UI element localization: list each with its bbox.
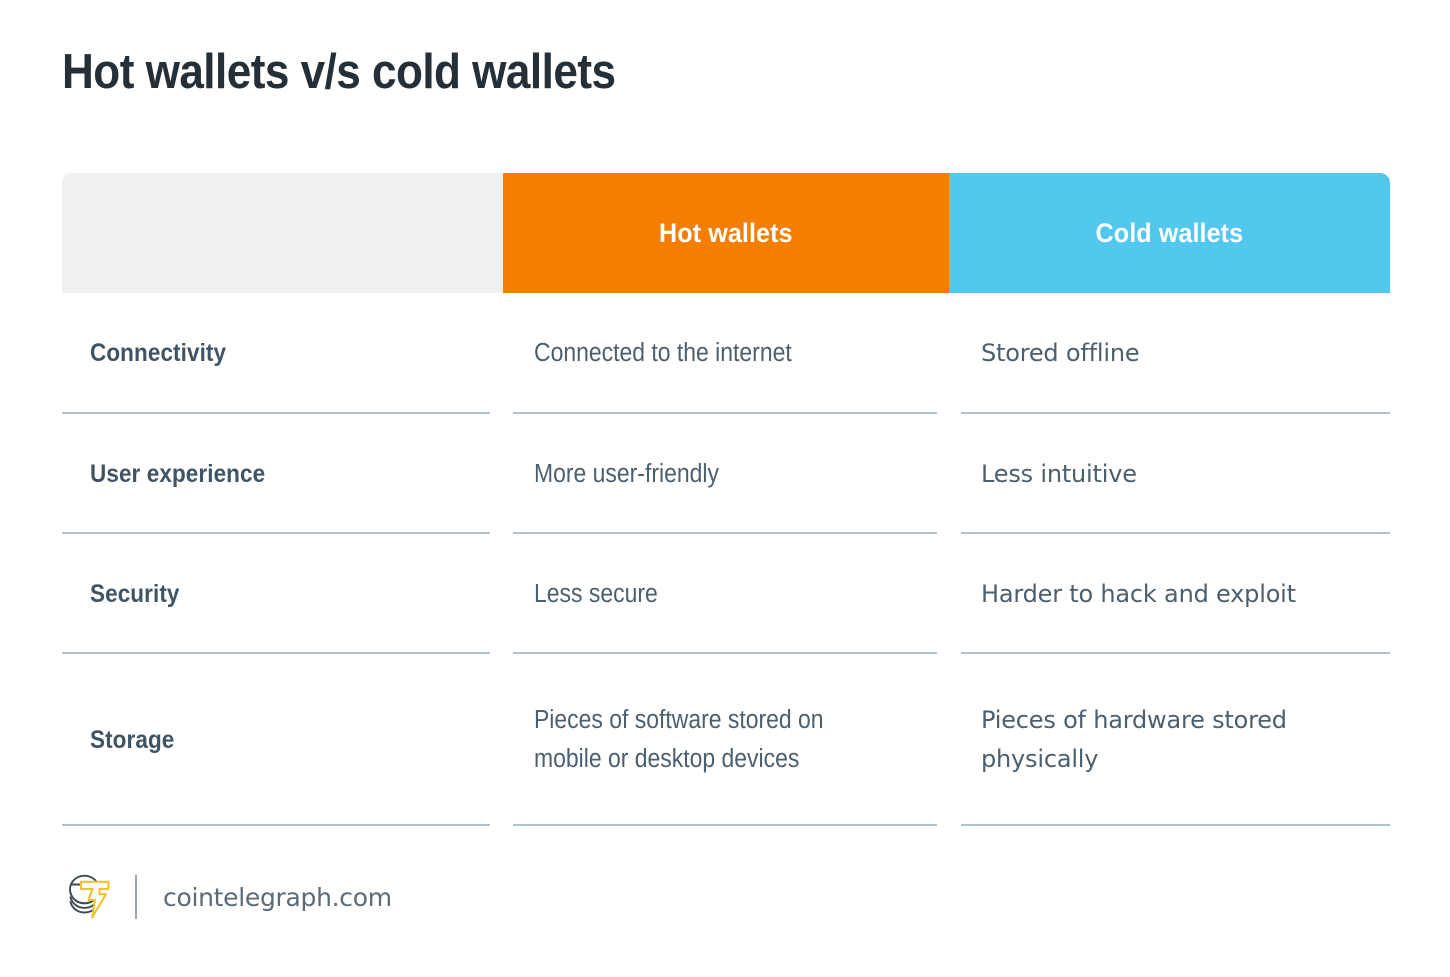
- table-cell-hot: Less secure: [503, 534, 949, 654]
- hot-wallet-value: More user-friendly: [534, 459, 719, 488]
- cold-wallet-value: Less intuitive: [981, 459, 1137, 488]
- cointelegraph-logo-icon: [69, 874, 110, 919]
- cold-wallet-value: Harder to hack and exploit: [981, 579, 1296, 608]
- cold-wallet-value: Stored offline: [981, 339, 1140, 368]
- table-cell-cold: Less intuitive: [949, 414, 1390, 534]
- table-cell-attribute: User experience: [62, 414, 503, 534]
- table-header-row: Hot wallets Cold wallets: [62, 173, 1390, 293]
- attribute-label: Connectivity: [90, 339, 227, 367]
- table-cell-cold: Stored offline: [949, 293, 1390, 414]
- cold-wallet-value: Pieces of hardware stored physically: [981, 706, 1287, 773]
- footer-site-url: cointelegraph.com: [163, 882, 392, 912]
- table-row: Connectivity Connected to the internet S…: [62, 293, 1390, 414]
- hot-wallet-value: Pieces of software stored on mobile or d…: [534, 706, 824, 773]
- table-cell-attribute: Connectivity: [62, 293, 503, 414]
- table-cell-cold: Harder to hack and exploit: [949, 534, 1390, 654]
- table-header-attribute: [62, 173, 503, 293]
- page-title: Hot wallets v/s cold wallets: [62, 45, 616, 99]
- footer: cointelegraph.com: [62, 866, 392, 928]
- table-header-hot-wallets: Hot wallets: [503, 173, 949, 293]
- attribute-label: Security: [90, 579, 180, 608]
- table-header-cold-wallets: Cold wallets: [949, 173, 1390, 293]
- table-row: Security Less secure Harder to hack and …: [62, 534, 1390, 654]
- attribute-label: Storage: [90, 725, 175, 754]
- table-row: User experience More user-friendly Less …: [62, 414, 1390, 534]
- hot-wallet-value: Connected to the internet: [534, 339, 792, 368]
- table-cell-hot: More user-friendly: [503, 414, 949, 534]
- infographic-page: Hot wallets v/s cold wallets Hot wallets…: [0, 0, 1450, 977]
- table-cell-cold: Pieces of hardware stored physically: [949, 654, 1390, 826]
- table-row: Storage Pieces of software stored on mob…: [62, 654, 1390, 826]
- table-cell-hot: Pieces of software stored on mobile or d…: [503, 654, 949, 826]
- table-cell-attribute: Storage: [62, 654, 503, 826]
- attribute-label: User experience: [90, 459, 266, 488]
- table-cell-attribute: Security: [62, 534, 503, 654]
- table-header-cold-wallets-label: Cold wallets: [1095, 217, 1244, 248]
- table-cell-hot: Connected to the internet: [503, 293, 949, 414]
- table-header-hot-wallets-label: Hot wallets: [659, 217, 793, 248]
- footer-divider: [135, 875, 137, 919]
- comparison-table: Hot wallets Cold wallets Connectivity Co…: [62, 173, 1390, 826]
- hot-wallet-value: Less secure: [534, 579, 658, 608]
